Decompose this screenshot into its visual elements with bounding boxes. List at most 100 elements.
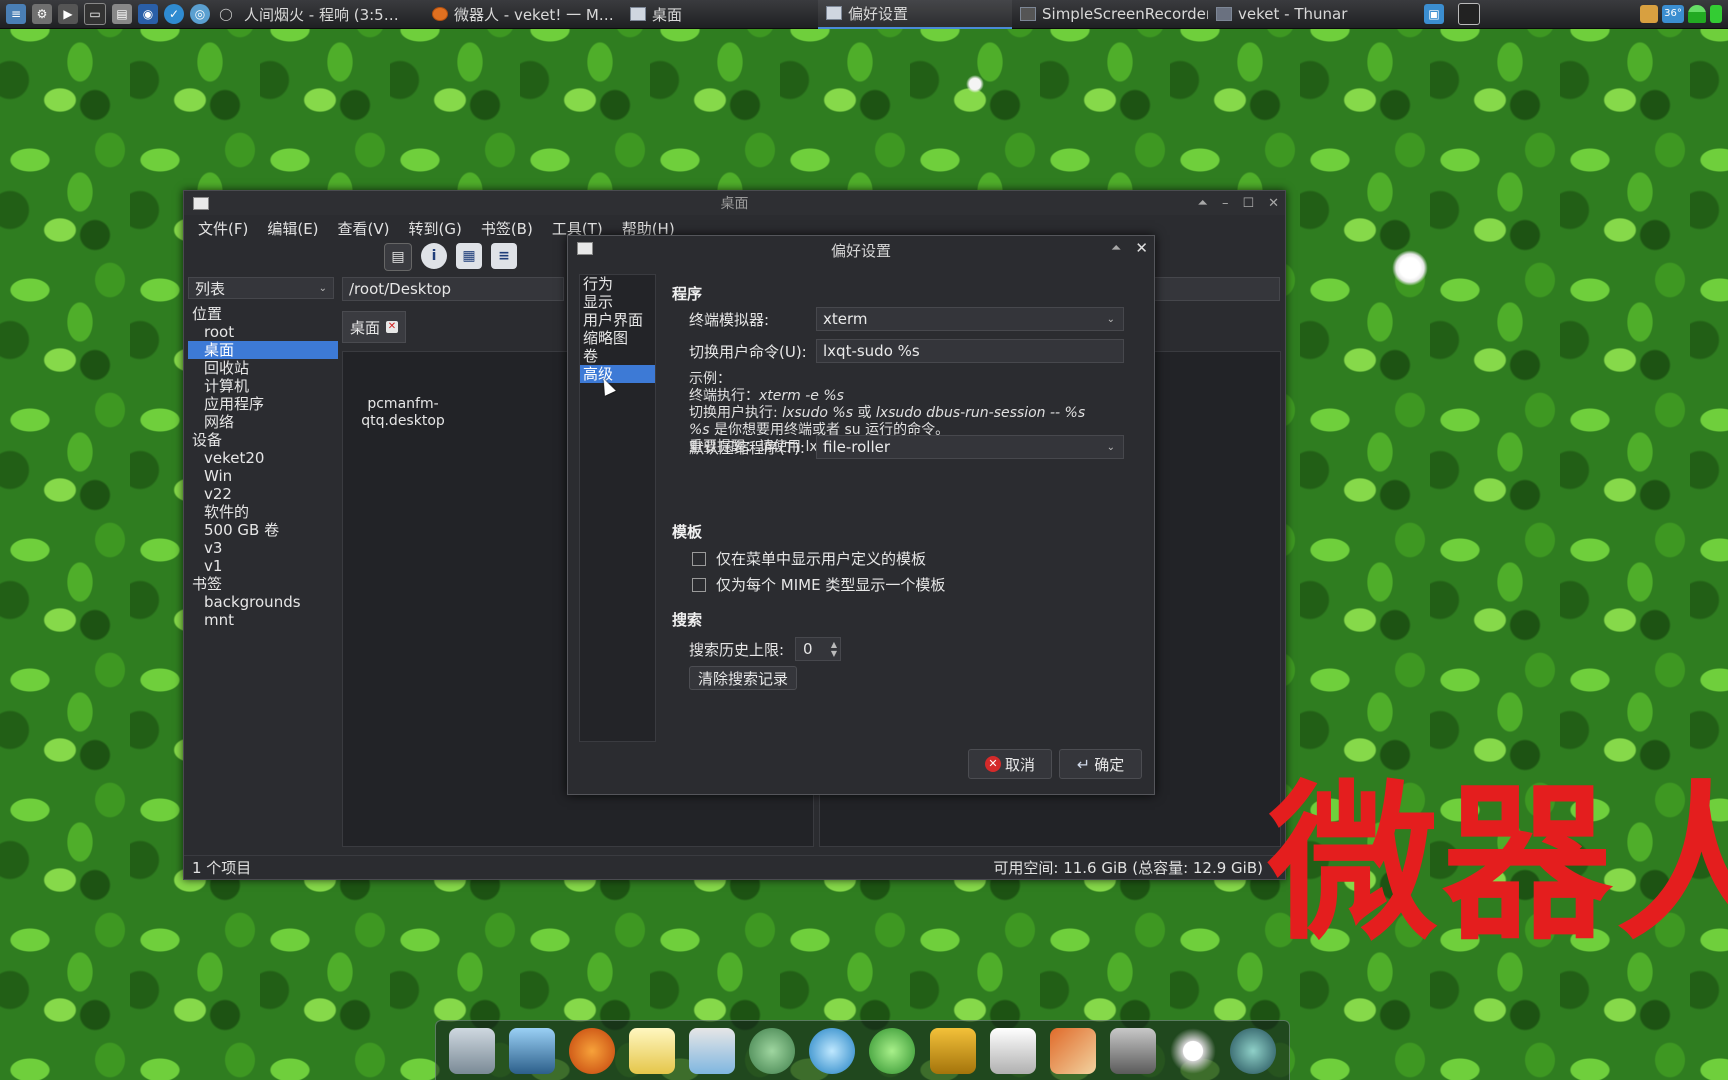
workspace-icon[interactable] xyxy=(1458,3,1480,25)
tab-label: 桌面 xyxy=(349,318,380,337)
tab-desktop[interactable]: 桌面 ✕ xyxy=(342,311,406,343)
sidebar-item-applications[interactable]: 应用程序 xyxy=(188,395,338,413)
menu-bookmarks[interactable]: 书签(B) xyxy=(481,218,533,239)
template-option-one-per-mime[interactable]: 仅为每个 MIME 类型显示一个模板 xyxy=(692,574,945,595)
sidebar-devices-header[interactable]: 设备 xyxy=(188,431,338,449)
chart-icon[interactable] xyxy=(989,1027,1036,1074)
menu-file[interactable]: 文件(F) xyxy=(198,218,248,239)
sidebar-item-computer[interactable]: 计算机 xyxy=(188,377,338,395)
path-bar[interactable]: /root/Desktop xyxy=(342,277,564,301)
terminal-icon[interactable]: ▭ xyxy=(84,3,106,25)
nav-user-interface[interactable]: 用户界面 xyxy=(580,311,655,329)
menu-edit[interactable]: 编辑(E) xyxy=(267,218,318,239)
chevron-down-icon: ⌄ xyxy=(318,282,327,294)
network-icon[interactable] xyxy=(809,1027,856,1074)
clipboard-icon[interactable] xyxy=(1640,5,1658,23)
checkbox[interactable] xyxy=(692,551,706,566)
checkbox[interactable] xyxy=(692,577,706,592)
brightness-icon[interactable] xyxy=(1169,1027,1216,1074)
terminal-select[interactable]: xterm ⌄ xyxy=(816,307,1124,331)
template-option-user-defined[interactable]: 仅在菜单中显示用户定义的模板 xyxy=(692,548,926,569)
shade-icon[interactable]: ⏶ xyxy=(1111,241,1121,256)
play-icon[interactable]: ▶ xyxy=(58,4,78,24)
sidebar-item-root[interactable]: root xyxy=(188,323,338,341)
sidebar-item-trash[interactable]: 回收站 xyxy=(188,359,338,377)
sidebar-item-500gb[interactable]: 500 GB 卷 xyxy=(188,521,338,539)
close-icon[interactable]: ✕ xyxy=(1268,196,1279,211)
spin-arrows[interactable]: ▲ ▼ xyxy=(831,640,837,658)
path-text: /root/Desktop xyxy=(349,280,452,298)
task-browser[interactable]: 微器人 - veket! 一 M… xyxy=(424,0,622,28)
disc-icon[interactable] xyxy=(749,1027,796,1074)
nav-display[interactable]: 显示 xyxy=(580,293,655,311)
shade-icon[interactable]: ⏶ xyxy=(1198,196,1208,211)
app-menu-icon[interactable]: ≡ xyxy=(6,4,26,24)
spin-down-icon[interactable]: ▼ xyxy=(831,649,837,658)
sidebar-item-desktop[interactable]: 桌面 xyxy=(188,341,338,359)
menu-view[interactable]: 查看(V) xyxy=(338,218,390,239)
dialog-window-buttons: ⏶ ✕ xyxy=(1111,236,1148,260)
info-icon[interactable]: i xyxy=(421,243,447,269)
nav-behavior[interactable]: 行为 xyxy=(580,275,655,293)
ok-button[interactable]: ↵ 确定 xyxy=(1059,749,1142,779)
spin-up-icon[interactable]: ▲ xyxy=(831,640,837,649)
file-manager-icon[interactable]: ▤ xyxy=(112,4,132,24)
cancel-button[interactable]: ✕ 取消 xyxy=(968,749,1052,779)
nav-volumes[interactable]: 卷 xyxy=(580,347,655,365)
sidebar-view-select[interactable]: 列表 ⌄ xyxy=(188,277,334,299)
task-music-player[interactable]: 人间烟火 - 程响 (3:5… xyxy=(236,0,424,28)
checkmark-icon[interactable]: ✓ xyxy=(164,4,184,24)
clear-search-history-button[interactable]: 清除搜索记录 xyxy=(689,666,797,690)
menu-go[interactable]: 转到(G) xyxy=(409,218,462,239)
battery-icon[interactable] xyxy=(1710,5,1722,23)
sidebar-item-v1[interactable]: v1 xyxy=(188,557,338,575)
browser-icon[interactable]: ◎ xyxy=(190,4,210,24)
task-screen-recorder[interactable]: SimpleScreenRecorder xyxy=(1012,0,1208,28)
wifi-icon[interactable] xyxy=(1688,5,1706,23)
su-command-input[interactable]: lxqt-sudo %s xyxy=(816,339,1124,363)
dialog-titlebar[interactable]: 偏好设置 ⏶ ✕ xyxy=(568,236,1154,264)
file-item[interactable]: pcmanfm- qtq.desktop xyxy=(353,396,453,430)
sidebar-item-backgrounds[interactable]: backgrounds xyxy=(188,593,338,611)
list-view-icon[interactable]: ≡ xyxy=(491,243,517,269)
nav-advanced[interactable]: 高级 xyxy=(580,365,655,383)
sidebar-item-v22[interactable]: v22 xyxy=(188,485,338,503)
search-history-spinbox[interactable]: 0 ▲ ▼ xyxy=(795,637,841,661)
globe-icon[interactable] xyxy=(1229,1027,1276,1074)
clover-flower xyxy=(966,75,984,93)
sidebar-item-mnt[interactable]: mnt xyxy=(188,611,338,629)
task-preferences[interactable]: 偏好设置 xyxy=(818,0,1012,29)
sidebar-item-win[interactable]: Win xyxy=(188,467,338,485)
sidebar-item-veket20[interactable]: veket20 xyxy=(188,449,338,467)
grid-view-icon[interactable]: ▦ xyxy=(456,243,482,269)
maximize-icon[interactable]: ☐ xyxy=(1242,196,1254,211)
sidebar-bookmarks-header[interactable]: 书签 xyxy=(188,575,338,593)
temperature-badge[interactable]: 36° xyxy=(1662,5,1684,23)
rocket-icon[interactable] xyxy=(1049,1027,1096,1074)
close-tab-icon[interactable]: ✕ xyxy=(386,321,398,333)
fm-titlebar[interactable]: 桌面 ⏶ – ☐ ✕ xyxy=(184,191,1285,215)
drive-icon[interactable] xyxy=(1109,1027,1156,1074)
monitor-icon[interactable] xyxy=(509,1027,556,1074)
settings-gear-icon[interactable]: ⚙ xyxy=(32,4,52,24)
task-thunar[interactable]: veket - Thunar xyxy=(1208,0,1374,28)
archiver-select[interactable]: file-roller ⌄ xyxy=(816,435,1124,459)
firefox-icon[interactable] xyxy=(569,1027,616,1074)
view-detail-icon[interactable]: ▤ xyxy=(384,243,412,271)
task-desktop[interactable]: 桌面 xyxy=(622,0,818,28)
exit-door-icon[interactable] xyxy=(929,1027,976,1074)
sidebar-places-header[interactable]: 位置 xyxy=(188,305,338,323)
sidebar-item-network[interactable]: 网络 xyxy=(188,413,338,431)
sidebar-item-software[interactable]: 软件的 xyxy=(188,503,338,521)
sidebar-item-v3[interactable]: v3 xyxy=(188,539,338,557)
photo-viewer-icon[interactable] xyxy=(449,1027,496,1074)
minimize-icon[interactable]: – xyxy=(1222,196,1229,211)
text-editor-icon[interactable] xyxy=(629,1027,676,1074)
close-icon[interactable]: ✕ xyxy=(1135,239,1148,257)
screenshot-icon[interactable]: ◉ xyxy=(138,4,158,24)
image-editor-icon[interactable] xyxy=(689,1027,736,1074)
nav-thumbnails[interactable]: 缩略图 xyxy=(580,329,655,347)
media-player-icon[interactable] xyxy=(869,1027,916,1074)
record-icon[interactable]: ◯ xyxy=(216,4,236,24)
show-desktop-icon[interactable]: ▣ xyxy=(1424,4,1444,24)
